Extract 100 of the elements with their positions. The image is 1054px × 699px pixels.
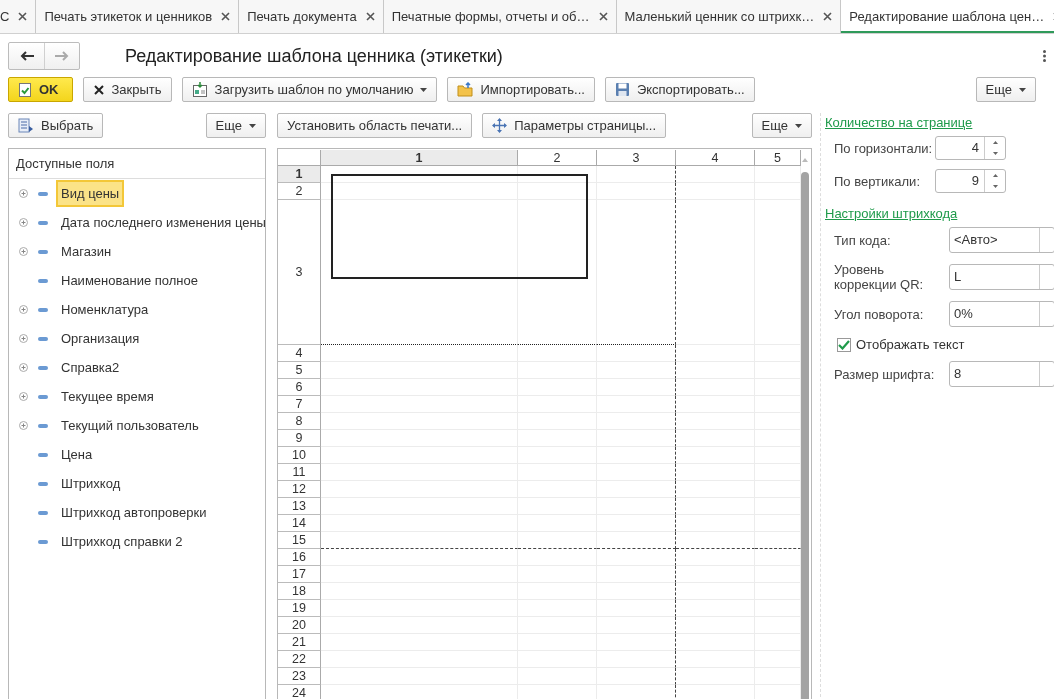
row-header: 22 [278,651,321,668]
tree-item[interactable]: Цена [56,441,98,468]
row-header: 14 [278,515,321,532]
column-header: 4 [676,150,755,166]
tree-item[interactable]: Штрихкод автопроверки [56,499,212,526]
row-header: 3 [278,200,321,345]
row-header: 23 [278,668,321,685]
scroll-up-icon [802,158,808,162]
ok-button[interactable]: OK [8,77,73,102]
expand-icon[interactable] [19,334,28,343]
row-header: 9 [278,430,321,447]
spin-up-icon[interactable] [992,141,998,144]
field-icon [38,220,48,225]
expand-icon[interactable] [19,363,28,372]
spin-down-icon[interactable] [992,185,998,188]
more-button[interactable]: Еще [975,77,1036,102]
more-button[interactable]: Еще [205,113,266,138]
row-header: 6 [278,379,321,396]
expand-icon[interactable] [19,247,28,256]
load-template-button[interactable]: Загрузить шаблон по умолчанию [181,77,438,102]
close-icon[interactable] [18,12,28,21]
select-button[interactable]: Выбрать [8,113,104,138]
import-button[interactable]: Импортировать... [447,77,595,102]
column-header: 1 [321,150,518,166]
row-header: 8 [278,413,321,430]
print-area-button[interactable]: Установить область печати... [277,113,473,138]
dropdown-field[interactable]: 8 [949,361,1054,387]
number-field[interactable]: 4 [935,136,1006,160]
page-setup-button[interactable]: Параметры страницы... [482,113,667,138]
field-label: Угол поворота: [834,306,925,322]
check-icon [838,339,850,350]
row-header: 2 [278,183,321,200]
tree-item[interactable]: Магазин [56,238,117,265]
expand-icon[interactable] [19,189,28,198]
expand-icon[interactable] [19,421,28,430]
field-label: Уровень коррекции QR: [834,262,925,292]
more-menu-icon[interactable] [1043,50,1046,62]
column-header: 5 [755,150,801,166]
row-header: 1 [278,166,321,183]
spin-up-icon[interactable] [992,174,998,177]
tree-item[interactable]: Наименование полное [56,267,203,294]
document-check-icon [18,81,32,98]
tree-item[interactable]: Номенклатура [56,296,154,323]
field-label: Размер шрифта: [834,366,936,382]
row-header: 5 [278,362,321,379]
export-button[interactable]: Экспортировать... [604,77,755,102]
tree-item[interactable]: Организация [56,325,145,352]
field-icon [38,307,48,312]
dropdown-field[interactable]: L [949,264,1054,290]
field-icon [38,423,48,428]
expand-icon[interactable] [19,392,28,401]
row-header: 16 [278,549,321,566]
field-icon [38,336,48,341]
checkbox-label: Отображать текст [856,337,965,352]
field-label: По горизонтали: [834,140,934,156]
arrow-right-icon [55,51,69,61]
field-label: По вертикали: [834,173,921,189]
tab[interactable]: С [0,0,37,33]
row-header: 24 [278,685,321,699]
close-icon[interactable] [221,12,231,21]
tab[interactable]: Редактирование шаблона цен… [841,0,1054,33]
row-header: 4 [278,345,321,362]
field-icon [38,249,48,254]
row-header: 11 [278,464,321,481]
row-header: 21 [278,634,321,651]
move-arrows-icon [492,118,508,133]
row-header: 15 [278,532,321,549]
tree-item[interactable]: Текущий пользователь [56,412,204,439]
tree-item[interactable]: Текущее время [56,383,159,410]
list-select-icon [18,118,34,133]
row-header: 18 [278,583,321,600]
row-header: 13 [278,498,321,515]
tree-item[interactable]: Справка2 [56,354,125,381]
tree-item[interactable]: Штрихкод справки 2 [56,528,188,555]
section-link[interactable]: Настройки штрихкода [825,206,958,221]
dropdown-field[interactable]: 0% [949,301,1054,327]
spin-down-icon[interactable] [992,152,998,155]
tree-item[interactable]: Штрихкод [56,470,126,497]
folder-icon [457,82,474,97]
close-icon[interactable] [365,12,375,21]
row-header: 17 [278,566,321,583]
tree-item[interactable]: Дата последнего изменения цены [56,209,271,236]
field-icon [38,539,48,544]
field-icon [38,365,48,370]
field-icon [38,394,48,399]
template-load-icon [191,81,208,98]
tree-item[interactable]: Вид цены [56,180,125,207]
close-button[interactable]: Закрыть [82,77,172,102]
close-icon[interactable] [598,12,608,21]
checkbox[interactable] [837,337,851,352]
section-link[interactable]: Количество на странице [825,115,973,130]
close-icon [92,83,105,96]
panel-header: Доступные поля [9,149,265,179]
expand-icon[interactable] [19,305,28,314]
expand-icon[interactable] [19,218,28,227]
dropdown-field[interactable]: <Авто> [949,227,1054,253]
more-button[interactable]: Еще [751,113,812,138]
number-field[interactable]: 9 [935,169,1006,193]
close-icon[interactable] [823,12,833,21]
field-icon [38,510,48,515]
